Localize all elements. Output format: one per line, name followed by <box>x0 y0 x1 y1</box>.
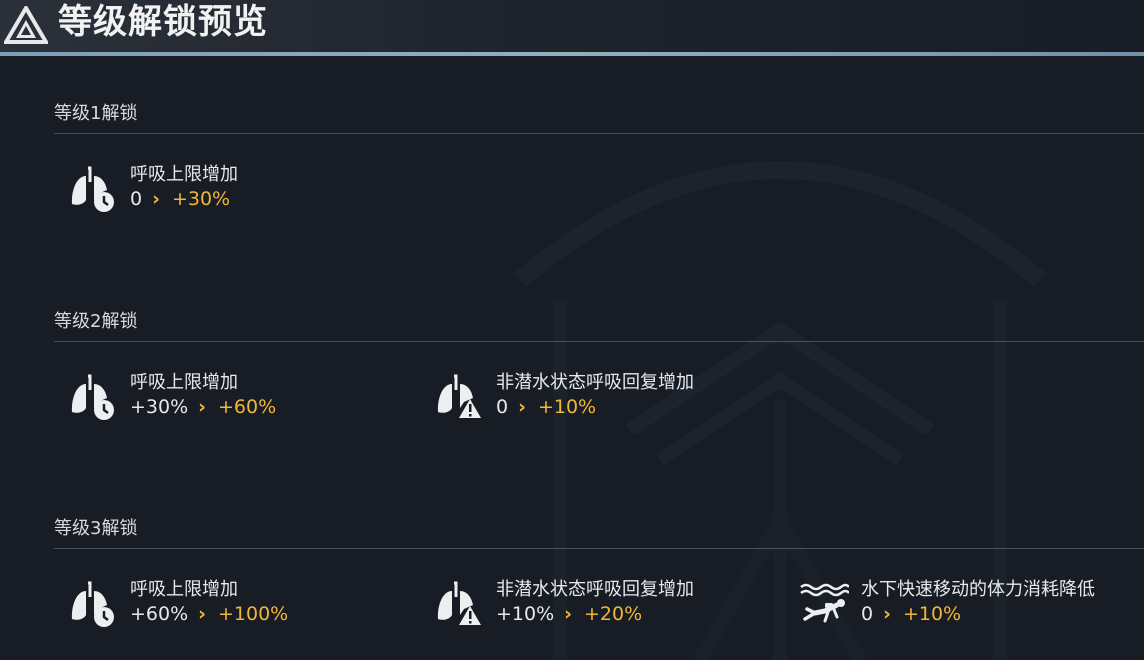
section-divider <box>54 341 1144 342</box>
stat-from-value: +30% <box>130 396 189 418</box>
swimmer-icon <box>800 583 849 623</box>
chevron-right-icon: › <box>883 603 891 625</box>
stat-values: +10% › +20% <box>496 603 642 625</box>
lungs-alert-icon <box>437 581 481 625</box>
unlock-item: 呼吸上限增加 +60% › +100% <box>68 575 398 635</box>
level-2-section: 等级2解锁 呼吸上限增加 +30% › +60% 非潜水状态呼吸回复增加 0 › +10… <box>54 307 1144 447</box>
chevron-right-icon: › <box>198 396 206 418</box>
stat-label: 呼吸上限增加 <box>130 372 238 393</box>
stat-values: +60% › +100% <box>130 603 288 625</box>
chevron-right-icon: › <box>152 188 160 210</box>
lungs-clock-icon <box>71 374 114 420</box>
chevron-right-icon: › <box>198 603 206 625</box>
stat-label: 水下快速移动的体力消耗降低 <box>861 579 1095 600</box>
lungs-alert-icon <box>437 374 481 418</box>
lungs-clock-icon <box>71 166 114 212</box>
chevron-right-icon: › <box>518 396 526 418</box>
stat-values: 0 › +30% <box>130 188 230 210</box>
unlock-item: 非潜水状态呼吸回复增加 +10% › +20% <box>434 575 774 635</box>
stat-label: 非潜水状态呼吸回复增加 <box>496 372 694 393</box>
unlock-item: 呼吸上限增加 +30% › +60% <box>68 368 398 428</box>
section-title: 等级1解锁 <box>54 103 138 124</box>
stat-values: 0 › +10% <box>496 396 596 418</box>
game-logo-icon <box>4 6 48 44</box>
stat-from-value: 0 <box>861 603 874 625</box>
unlock-item: 水下快速移动的体力消耗降低 0 › +10% <box>799 575 1139 635</box>
lungs-clock-icon <box>71 581 114 627</box>
stat-label: 呼吸上限增加 <box>130 579 238 600</box>
level-3-section: 等级3解锁 呼吸上限增加 +60% › +100% 非潜水状态呼吸回复增加 +10%… <box>54 514 1144 648</box>
section-divider <box>54 133 1144 134</box>
stat-values: 0 › +10% <box>861 603 961 625</box>
chevron-right-icon: › <box>564 603 572 625</box>
stat-to-value: +10% <box>902 603 962 625</box>
stat-to-value: +60% <box>218 396 277 418</box>
page-title: 等级解锁预览 <box>58 2 268 42</box>
header-bar: 等级解锁预览 <box>0 0 1144 52</box>
level-1-section: 等级1解锁 呼吸上限增加 0 › +30% <box>54 99 1144 239</box>
stat-label: 非潜水状态呼吸回复增加 <box>496 579 694 600</box>
section-title: 等级3解锁 <box>54 518 138 539</box>
stat-from-value: 0 <box>130 188 143 210</box>
header-divider <box>0 52 1144 56</box>
stat-label: 呼吸上限增加 <box>130 164 238 185</box>
stat-from-value: +10% <box>496 603 555 625</box>
unlock-item: 非潜水状态呼吸回复增加 0 › +10% <box>434 368 774 428</box>
section-title: 等级2解锁 <box>54 311 138 332</box>
stat-values: +30% › +60% <box>130 396 276 418</box>
stat-to-value: +10% <box>537 396 597 418</box>
stat-to-value: +20% <box>584 603 643 625</box>
stat-to-value: +100% <box>218 603 289 625</box>
section-divider <box>54 548 1144 549</box>
stat-from-value: 0 <box>496 396 509 418</box>
stat-to-value: +30% <box>171 188 231 210</box>
stat-from-value: +60% <box>130 603 189 625</box>
unlock-item: 呼吸上限增加 0 › +30% <box>68 160 398 220</box>
